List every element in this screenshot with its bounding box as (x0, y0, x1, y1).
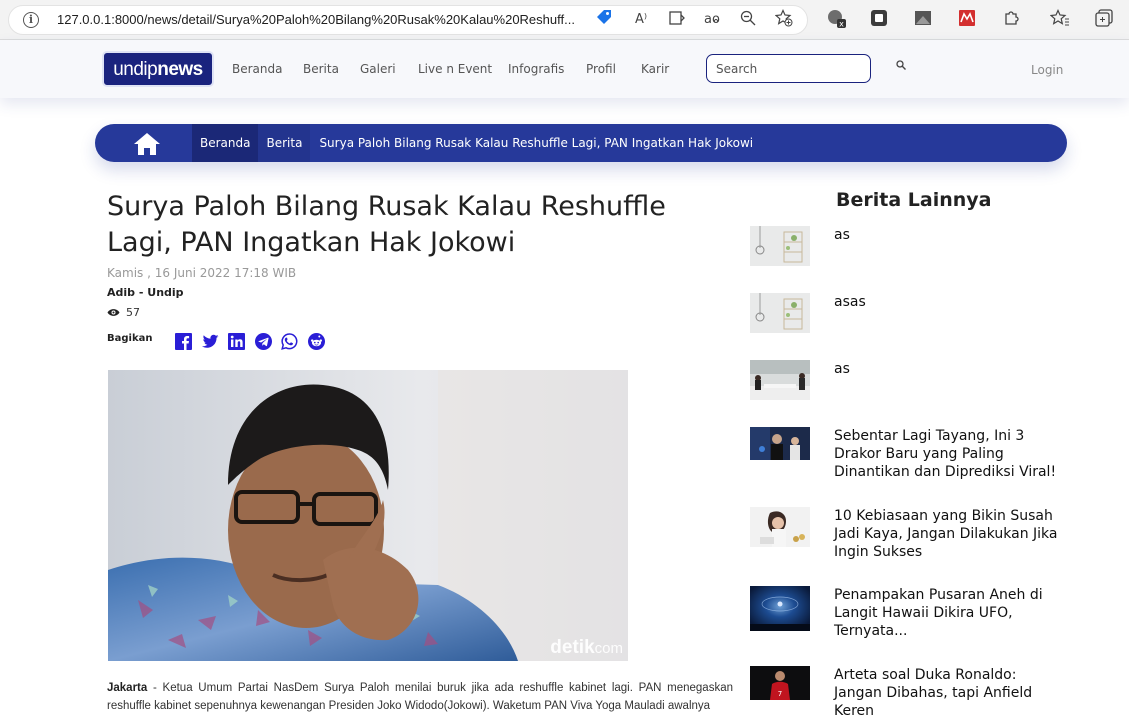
news-thumbnail[interactable] (750, 586, 810, 631)
news-title[interactable]: Penampakan Pusaran Aneh di Langit Hawaii… (834, 586, 1064, 640)
eye-icon (107, 309, 120, 316)
search-input[interactable]: Search (706, 54, 871, 83)
linkedin-icon[interactable] (228, 333, 245, 350)
translate-icon[interactable]: aⱺ (701, 9, 723, 31)
article-title: Surya Paloh Bilang Rusak Kalau Reshuffle… (107, 191, 666, 258)
news-thumbnail[interactable] (750, 427, 810, 460)
extension-1-icon[interactable]: x (826, 9, 848, 31)
collections-icon[interactable] (1093, 9, 1115, 31)
nav-live-event[interactable]: Live n Event (418, 62, 492, 76)
svg-text:x: x (839, 20, 844, 29)
breadcrumb-berita[interactable]: Berita (258, 124, 311, 162)
logo-news: news (157, 59, 203, 80)
article-date: Kamis , 16 Juni 2022 17:18 WIB (107, 266, 297, 280)
svg-text:7: 7 (778, 690, 782, 698)
nav-berita[interactable]: Berita (303, 62, 339, 76)
reddit-icon[interactable] (307, 333, 325, 350)
article-body: Jakarta - Ketua Umum Partai NasDem Surya… (107, 679, 733, 715)
news-title[interactable]: as (834, 226, 1064, 244)
breadcrumb: Beranda Berita Surya Paloh Bilang Rusak … (95, 124, 1067, 162)
breadcrumb-current: Surya Paloh Bilang Rusak Kalau Reshuffle… (319, 136, 754, 150)
article-photo-drawing (108, 370, 628, 661)
view-count-value: 57 (126, 306, 140, 319)
extension-3-icon[interactable] (912, 9, 934, 31)
tag-icon[interactable] (593, 9, 615, 31)
view-count: 57 (107, 306, 140, 319)
news-thumbnail[interactable] (750, 226, 810, 266)
favorites-icon[interactable] (1049, 9, 1071, 31)
share-label: Bagikan (107, 333, 153, 344)
address-url[interactable]: 127.0.0.1:8000/news/detail/Surya%20Paloh… (57, 12, 597, 27)
login-link[interactable]: Login (1031, 63, 1063, 77)
read-aloud-icon[interactable]: A⁾ (630, 9, 652, 31)
news-title[interactable]: as (834, 360, 1064, 378)
article-author: Adib - Undip (107, 286, 184, 299)
whatsapp-icon[interactable] (281, 333, 298, 350)
site-header: undipnews Beranda Berita Galeri Live n E… (0, 40, 1129, 98)
article-image: detikcom (108, 370, 628, 661)
news-title[interactable]: Sebentar Lagi Tayang, Ini 3 Drakor Baru … (834, 427, 1064, 481)
search-icon[interactable] (896, 60, 906, 73)
nav-karir[interactable]: Karir (641, 62, 669, 76)
nav-beranda[interactable]: Beranda (232, 62, 282, 76)
news-thumbnail[interactable]: 7 (750, 666, 810, 700)
home-icon[interactable] (133, 132, 161, 156)
zoom-out-icon[interactable] (737, 9, 759, 31)
sidebar-title: Berita Lainnya (836, 189, 992, 211)
article-body-lead: Jakarta (107, 682, 148, 694)
extension-2-icon[interactable] (868, 9, 890, 31)
browser-toolbar: i 127.0.0.1:8000/news/detail/Surya%20Pal… (0, 0, 1129, 40)
address-bar[interactable]: i 127.0.0.1:8000/news/detail/Surya%20Pal… (8, 5, 808, 35)
site-info-icon[interactable]: i (23, 12, 39, 28)
favorite-add-icon[interactable] (773, 9, 795, 31)
site-logo[interactable]: undipnews (102, 51, 214, 87)
nav-infografis[interactable]: Infografis (508, 62, 564, 76)
telegram-icon[interactable] (254, 333, 272, 350)
news-thumbnail[interactable] (750, 360, 810, 400)
facebook-icon[interactable] (175, 333, 192, 350)
news-title[interactable]: 10 Kebiasaan yang Bikin Susah Jadi Kaya,… (834, 507, 1064, 561)
news-thumbnail[interactable] (750, 507, 810, 547)
news-thumbnail[interactable] (750, 293, 810, 333)
extension-4-icon[interactable] (956, 9, 978, 31)
nav-galeri[interactable]: Galeri (360, 62, 396, 76)
news-title[interactable]: asas (834, 293, 1064, 311)
watermark-sub: com (594, 640, 623, 657)
breadcrumb-beranda[interactable]: Beranda (192, 124, 259, 162)
immersive-reader-icon[interactable] (666, 9, 688, 31)
extensions-puzzle-icon[interactable] (1000, 9, 1022, 31)
nav-profil[interactable]: Profil (586, 62, 616, 76)
watermark-main: detik (550, 637, 595, 658)
twitter-icon[interactable] (201, 333, 219, 350)
news-title[interactable]: Arteta soal Duka Ronaldo: Jangan Dibahas… (834, 666, 1064, 720)
share-buttons (175, 333, 334, 350)
logo-undip: undip (113, 59, 158, 80)
image-watermark: detikcom (550, 637, 623, 659)
article-body-text: - Ketua Umum Partai NasDem Surya Paloh m… (107, 682, 733, 712)
